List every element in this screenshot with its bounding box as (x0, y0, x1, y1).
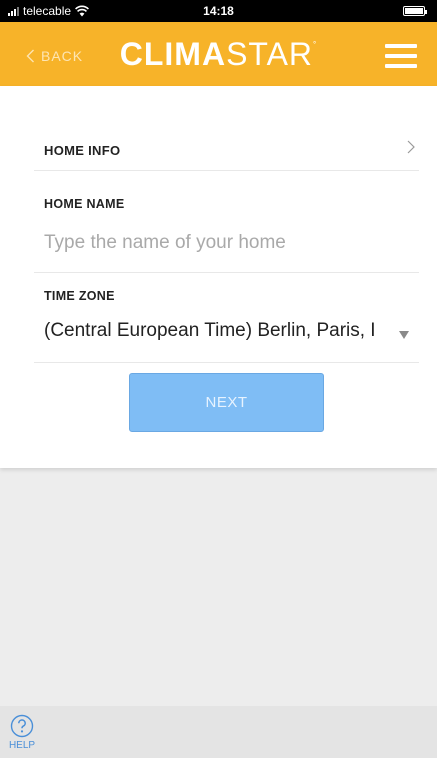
dropdown-arrow-icon (399, 331, 409, 339)
home-name-field: HOME NAME (34, 184, 419, 273)
help-icon (10, 714, 34, 738)
home-name-input[interactable] (44, 228, 404, 258)
brand-mark: ° (313, 40, 318, 49)
footer: HELP (0, 706, 437, 758)
status-bar: telecable 14:18 (0, 0, 437, 22)
time-zone-label: TIME ZONE (44, 289, 115, 303)
time-zone-select[interactable]: (Central European Time) Berlin, Paris, I (44, 320, 419, 350)
brand-bold: CLIMA (119, 36, 227, 72)
next-button[interactable]: NEXT (129, 373, 324, 432)
time-zone-value: (Central European Time) Berlin, Paris, I (44, 320, 376, 341)
home-info-label: HOME INFO (44, 143, 121, 158)
app-header: BACK CLIMASTAR° (0, 22, 437, 86)
help-label: HELP (8, 740, 36, 751)
chevron-right-icon (407, 140, 415, 154)
brand-logo: CLIMASTAR° (0, 36, 437, 73)
help-button[interactable]: HELP (8, 714, 36, 751)
home-name-label: HOME NAME (44, 197, 125, 211)
battery-icon (403, 6, 427, 16)
home-info-row[interactable]: HOME INFO (34, 126, 419, 171)
form-card: HOME INFO HOME NAME TIME ZONE (Central E… (0, 86, 437, 468)
time-zone-field: TIME ZONE (Central European Time) Berlin… (34, 276, 419, 363)
status-time: 14:18 (203, 4, 234, 18)
menu-icon[interactable] (385, 44, 417, 68)
brand-light: STAR (226, 36, 314, 72)
